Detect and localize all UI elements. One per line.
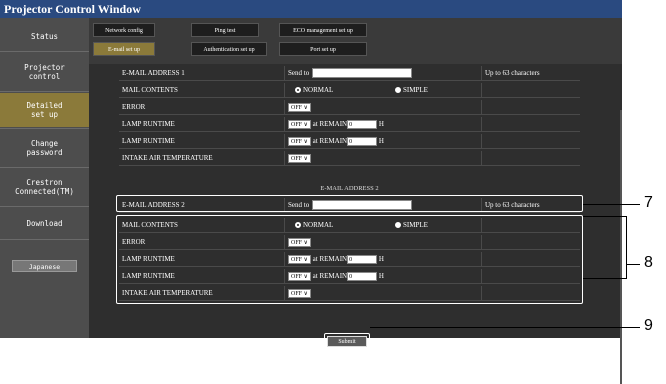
- radio-normal[interactable]: NORMAL: [295, 83, 333, 98]
- error-cell: OFF ∨: [285, 100, 482, 115]
- japanese-language-button[interactable]: Japanese: [12, 260, 77, 272]
- radio-simple-icon: [395, 87, 401, 94]
- sidebar-item-label: Change password: [26, 139, 63, 157]
- sidebar-item-crestron-connected[interactable]: Crestron Connected(TM): [0, 169, 89, 205]
- intake-air-cell: OFF ∨: [285, 151, 482, 166]
- callout-7-line: [583, 204, 640, 205]
- callout-9-line: [370, 327, 640, 328]
- radio-simple[interactable]: SIMPLE: [395, 83, 428, 98]
- lamp-runtime-cell: OFF ∨ at REMAIN 0 H: [285, 117, 482, 132]
- unit-label: H: [378, 120, 384, 128]
- mail-contents-1-row: MAIL CONTENTS NORMAL SIMPLE: [119, 83, 580, 98]
- sidebar-item-download[interactable]: Download: [0, 208, 89, 238]
- radio-normal-label: NORMAL: [303, 86, 334, 94]
- lamp-runtime-select[interactable]: OFF ∨: [288, 136, 311, 146]
- lamp-runtime-select[interactable]: OFF ∨: [288, 119, 311, 129]
- sidebar-item-detailed-set-up[interactable]: Detailed set up: [0, 93, 89, 127]
- select-value: OFF: [291, 138, 303, 145]
- select-value: OFF: [291, 104, 303, 111]
- lamp-runtime-1b-row: LAMP RUNTIME OFF ∨ at REMAIN 0 H: [119, 134, 580, 149]
- callout-8-bracket-top: [583, 216, 627, 217]
- tab-port-set-up[interactable]: Port set up: [279, 42, 367, 56]
- sidebar-item-label: Download: [26, 218, 63, 228]
- sidebar-item-projector-control[interactable]: Projector control: [0, 54, 89, 90]
- char-limit-note: Up to 63 characters: [485, 69, 540, 77]
- scrollbar[interactable]: [620, 110, 622, 384]
- row-label: MAIL CONTENTS: [119, 83, 285, 98]
- row-label: LAMP RUNTIME: [119, 117, 285, 132]
- empty-cell: [482, 134, 580, 149]
- divider: [0, 206, 89, 207]
- sidebar-item-label: Status: [30, 31, 59, 41]
- intake-air-temp-1-row: INTAKE AIR TEMPERATURE OFF ∨: [119, 151, 580, 166]
- tab-email-set-up[interactable]: E-mail set up: [93, 42, 155, 56]
- divider: [0, 167, 89, 168]
- radio-simple-label: SIMPLE: [403, 86, 428, 94]
- select-value: OFF: [291, 121, 303, 128]
- row-label: LAMP RUNTIME: [119, 134, 285, 149]
- chevron-down-icon: ∨: [303, 155, 308, 162]
- chevron-down-icon: ∨: [303, 138, 308, 145]
- remain-hours-input[interactable]: 0: [347, 136, 378, 146]
- error-select[interactable]: OFF ∨: [288, 102, 311, 112]
- email-address-1-input[interactable]: [312, 68, 413, 79]
- callout-7-number: 7: [644, 194, 653, 211]
- empty-cell: [482, 151, 580, 166]
- callout-8-line: [626, 264, 640, 265]
- empty-cell: [482, 100, 580, 115]
- send-to-label: Send to: [288, 69, 310, 77]
- callout-7-highlight: [116, 195, 583, 212]
- callout-8-highlight: [116, 215, 583, 304]
- lamp-runtime-cell: OFF ∨ at REMAIN 0 H: [285, 134, 482, 149]
- row-label: ERROR: [119, 100, 285, 115]
- section-header-email-2: E-MAIL ADDRESS 2: [320, 185, 379, 192]
- callout-9-number: 9: [644, 317, 653, 334]
- window-title: Projector Control Window: [0, 0, 622, 18]
- email-settings-form: E-MAIL ADDRESS 1 Send to Up to 63 charac…: [89, 64, 622, 384]
- remain-label: at REMAIN: [312, 120, 348, 128]
- select-value: OFF: [291, 155, 303, 162]
- callout-8-number: 8: [644, 254, 653, 271]
- tab-eco-management[interactable]: ECO management set up: [279, 23, 367, 37]
- remain-hours-input[interactable]: 0: [347, 119, 378, 129]
- empty-cell: [482, 83, 580, 98]
- divider: [0, 91, 89, 92]
- main-panel: Network config Ping test ECO management …: [89, 18, 622, 384]
- callout-8-bracket-bottom: [583, 278, 627, 279]
- sidebar-item-label: Detailed set up: [26, 101, 63, 119]
- radio-normal-icon: [295, 87, 301, 94]
- row-label: INTAKE AIR TEMPERATURE: [119, 151, 285, 166]
- intake-air-select[interactable]: OFF ∨: [288, 153, 311, 163]
- error-1-row: ERROR OFF ∨: [119, 100, 580, 115]
- sidebar-item-status[interactable]: Status: [0, 22, 89, 50]
- remain-label: at REMAIN: [312, 137, 348, 145]
- lamp-runtime-1a-row: LAMP RUNTIME OFF ∨ at REMAIN 0 H: [119, 117, 580, 132]
- divider: [0, 128, 89, 129]
- chevron-down-icon: ∨: [303, 121, 308, 128]
- unit-label: H: [378, 137, 384, 145]
- email-address-1-row: E-MAIL ADDRESS 1 Send to Up to 63 charac…: [119, 66, 580, 81]
- callout-9-highlight: [324, 333, 370, 350]
- tab-ping-test[interactable]: Ping test: [191, 23, 259, 37]
- sidebar-item-label: Projector control: [24, 63, 65, 81]
- chevron-down-icon: ∨: [303, 104, 308, 111]
- empty-cell: [482, 117, 580, 132]
- sidebar-item-label: Crestron Connected(TM): [15, 178, 74, 196]
- callout-8-bracket: [626, 216, 627, 279]
- sidebar: Status Projector control Detailed set up…: [0, 18, 89, 338]
- divider: [0, 239, 89, 240]
- tab-network-config[interactable]: Network config: [93, 23, 155, 37]
- divider: [0, 51, 89, 52]
- send-to-cell: Send to: [285, 66, 482, 81]
- row-label: E-MAIL ADDRESS 1: [119, 66, 285, 81]
- sidebar-item-change-password[interactable]: Change password: [0, 130, 89, 166]
- projector-control-window: Projector Control Window Status Projecto…: [0, 0, 622, 384]
- tab-authentication-set-up[interactable]: Authentication set up: [191, 42, 267, 56]
- mail-contents-options: NORMAL SIMPLE: [285, 83, 482, 98]
